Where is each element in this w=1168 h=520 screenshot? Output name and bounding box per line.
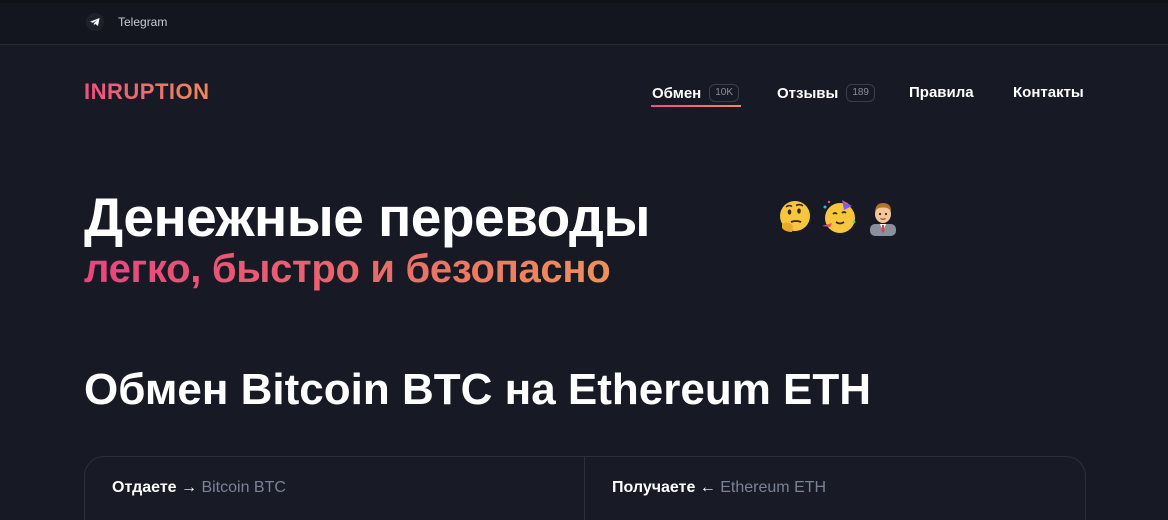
nav-contacts-label: Контакты	[1013, 83, 1084, 101]
nav-active-underline	[651, 105, 741, 107]
nav-reviews-badge: 189	[846, 84, 875, 102]
telegram-label: Telegram	[118, 15, 168, 29]
hero-title: Денежные переводы	[84, 186, 650, 248]
give-header: Отдаете → Bitcoin BTC	[112, 479, 286, 497]
top-bar	[0, 0, 1168, 45]
left-arrow-icon: ←	[699, 479, 716, 496]
nav-exchange[interactable]: Обмен 10K	[652, 78, 740, 108]
thinking-face-icon	[780, 201, 810, 232]
panel-divider	[584, 457, 585, 520]
right-arrow-icon: →	[181, 479, 197, 496]
nav-rules[interactable]: Правила	[909, 77, 974, 107]
receive-coin: Ethereum ETH	[720, 479, 827, 496]
hero-subtitle: легко, быстро и безопасно	[84, 244, 611, 294]
give-label: Отдаете	[112, 479, 177, 496]
nav-rules-label: Правила	[909, 83, 974, 101]
telegram-link[interactable]: Telegram	[86, 12, 167, 32]
nav-reviews-label: Отзывы	[777, 84, 839, 102]
receive-header: Получаете ← Ethereum ETH	[612, 479, 826, 497]
nav-exchange-badge: 10K	[709, 84, 740, 102]
office-worker-icon	[870, 203, 896, 236]
partying-face-icon	[822, 200, 856, 233]
hero-emojis	[776, 198, 902, 236]
nav-exchange-label: Обмен	[652, 84, 702, 102]
nav-contacts[interactable]: Контакты	[1013, 77, 1084, 107]
give-coin: Bitcoin BTC	[201, 479, 286, 496]
telegram-icon	[86, 13, 104, 31]
nav-reviews[interactable]: Отзывы 189	[777, 78, 875, 108]
site-logo[interactable]: INRUPTION	[84, 79, 210, 105]
exchange-title: Обмен Bitcoin BTC на Ethereum ETH	[84, 365, 872, 414]
receive-label: Получаете	[612, 479, 696, 496]
